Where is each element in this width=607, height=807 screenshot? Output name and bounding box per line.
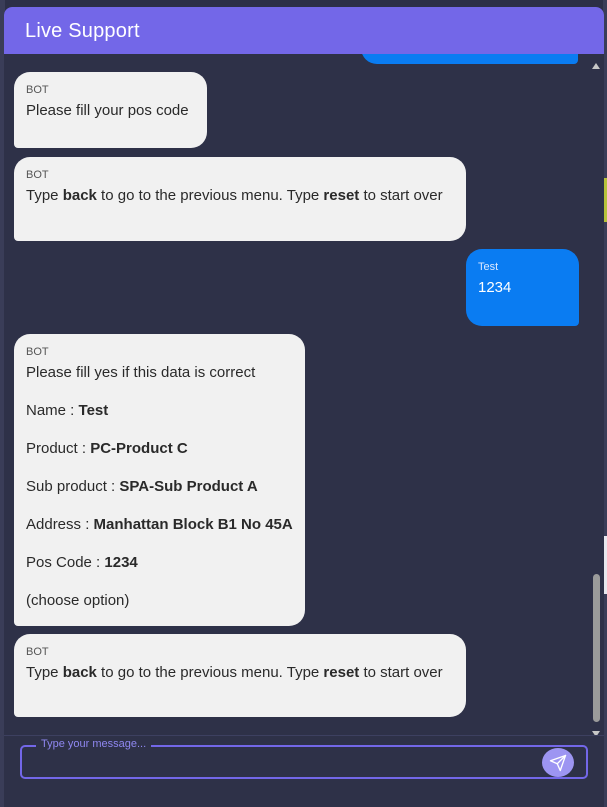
- message-sender: BOT: [26, 169, 49, 181]
- keyword-reset: reset: [323, 664, 360, 681]
- input-label: Type your message...: [36, 738, 152, 750]
- keyword-back: back: [62, 187, 97, 204]
- scroll-up-arrow-icon[interactable]: [592, 63, 600, 69]
- summary-field-address: Address : Manhattan Block B1 No 45A: [26, 516, 293, 533]
- message-input[interactable]: [30, 753, 530, 773]
- message-input-box[interactable]: Type your message...: [20, 738, 588, 779]
- message-text: Please fill your pos code: [26, 102, 189, 119]
- send-icon: [549, 754, 567, 772]
- message-sender: BOT: [26, 84, 49, 96]
- message-list[interactable]: BOT Please fill your pos code BOT Type b…: [4, 54, 604, 734]
- bot-message: BOT Type back to go to the previous menu…: [14, 157, 466, 241]
- message-sender: Test: [478, 261, 499, 273]
- message-text: 1234: [478, 279, 512, 296]
- bot-message: BOT Please fill your pos code: [14, 72, 207, 148]
- summary-field-name: Name : Test: [26, 402, 109, 419]
- composer: Type your message...: [4, 735, 604, 807]
- chat-widget: Live Support BOT Please fill your pos co…: [4, 7, 604, 807]
- message-sender: BOT: [26, 646, 49, 658]
- bot-message: BOT Type back to go to the previous menu…: [14, 634, 466, 717]
- scroll-thumb[interactable]: [593, 574, 600, 722]
- keyword-back: back: [62, 664, 97, 681]
- message-text: Type back to go to the previous menu. Ty…: [26, 664, 443, 681]
- message-scrollbar[interactable]: [590, 63, 602, 737]
- user-message: Test 1234: [466, 249, 579, 326]
- chat-header: Live Support: [4, 7, 604, 54]
- summary-footer: (choose option): [26, 592, 130, 609]
- summary-field-sub-product: Sub product : SPA-Sub Product A: [26, 478, 258, 495]
- keyword-reset: reset: [323, 187, 360, 204]
- chat-title: Live Support: [25, 20, 140, 42]
- send-button[interactable]: [542, 748, 574, 777]
- user-message-partial: [361, 54, 578, 64]
- bot-message-summary: BOT Please fill yes if this data is corr…: [14, 334, 305, 626]
- message-text: Type back to go to the previous menu. Ty…: [26, 187, 443, 204]
- summary-field-product: Product : PC-Product C: [26, 440, 188, 457]
- message-text: Please fill yes if this data is correct: [26, 364, 256, 381]
- message-sender: BOT: [26, 346, 49, 358]
- summary-field-pos-code: Pos Code : 1234: [26, 554, 138, 571]
